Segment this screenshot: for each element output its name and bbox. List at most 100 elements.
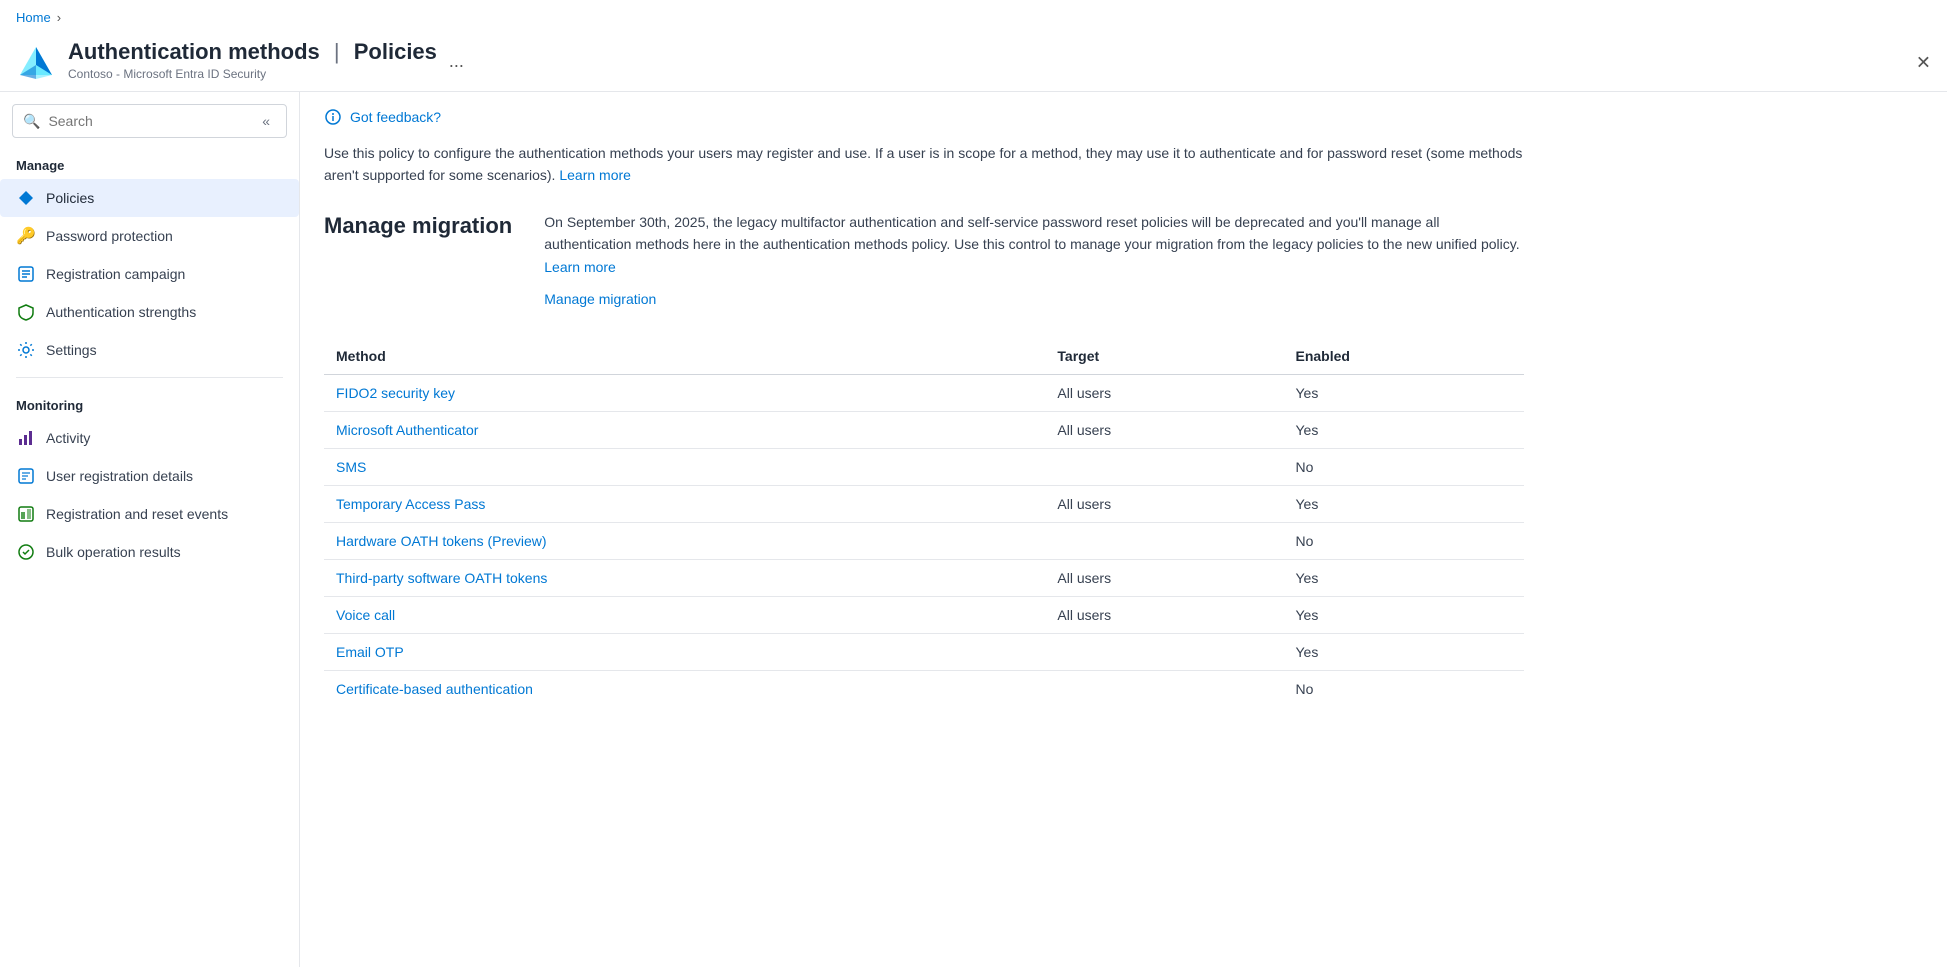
- user-icon: [16, 466, 36, 486]
- main-content: Got feedback? Use this policy to configu…: [300, 92, 1947, 967]
- shield-icon: [16, 302, 36, 322]
- sidebar-item-policies[interactable]: Policies: [0, 179, 299, 217]
- feedback-icon: [324, 108, 342, 126]
- monitoring-section-label: Monitoring: [0, 386, 299, 419]
- breadcrumb: Home ›: [0, 0, 1947, 35]
- sidebar-item-registration-campaign[interactable]: Registration campaign: [0, 255, 299, 293]
- table-cell-method: SMS: [324, 449, 1045, 486]
- header-menu-button[interactable]: ...: [449, 51, 464, 72]
- table-cell-enabled: No: [1283, 671, 1524, 708]
- breadcrumb-separator: ›: [57, 10, 61, 25]
- breadcrumb-home[interactable]: Home: [16, 10, 51, 25]
- header-text: Authentication methods | Policies Contos…: [68, 39, 437, 81]
- table-cell-enabled: No: [1283, 523, 1524, 560]
- sidebar-item-authentication-strengths-label: Authentication strengths: [46, 304, 196, 320]
- sidebar-item-settings-label: Settings: [46, 342, 97, 358]
- sidebar-item-password-protection[interactable]: 🔑 Password protection: [0, 217, 299, 255]
- table-cell-enabled: Yes: [1283, 486, 1524, 523]
- sidebar-divider: [16, 377, 283, 378]
- method-link[interactable]: Voice call: [336, 607, 395, 623]
- methods-table: Method Target Enabled FIDO2 security key…: [324, 338, 1524, 707]
- table-cell-enabled: Yes: [1283, 597, 1524, 634]
- table-cell-method: Third-party software OATH tokens: [324, 560, 1045, 597]
- collapse-sidebar-button[interactable]: «: [256, 111, 276, 131]
- page-header: Authentication methods | Policies Contos…: [0, 35, 1947, 92]
- table-cell-method: Certificate-based authentication: [324, 671, 1045, 708]
- manage-migration-body: On September 30th, 2025, the legacy mult…: [544, 211, 1524, 311]
- table-cell-method: Temporary Access Pass: [324, 486, 1045, 523]
- method-link[interactable]: Microsoft Authenticator: [336, 422, 478, 438]
- search-input[interactable]: [48, 113, 248, 129]
- policy-description: Use this policy to configure the authent…: [324, 142, 1524, 187]
- table-cell-target: All users: [1045, 486, 1283, 523]
- table-row: Microsoft AuthenticatorAll usersYes: [324, 412, 1524, 449]
- manage-section-label: Manage: [0, 146, 299, 179]
- sidebar-item-registration-reset-events[interactable]: Registration and reset events: [0, 495, 299, 533]
- table-cell-enabled: Yes: [1283, 412, 1524, 449]
- migration-learn-more-link[interactable]: Learn more: [544, 259, 616, 275]
- book-icon: [16, 264, 36, 284]
- reg-icon: [16, 504, 36, 524]
- method-link[interactable]: SMS: [336, 459, 366, 475]
- manage-migration-title: Manage migration: [324, 211, 512, 311]
- table-row: Voice call All usersYes: [324, 597, 1524, 634]
- sidebar-item-user-registration-details[interactable]: User registration details: [0, 457, 299, 495]
- method-link[interactable]: Hardware OATH tokens (Preview): [336, 533, 547, 549]
- table-cell-target: [1045, 523, 1283, 560]
- column-enabled: Enabled: [1283, 338, 1524, 375]
- table-cell-target: All users: [1045, 560, 1283, 597]
- method-link[interactable]: Temporary Access Pass: [336, 496, 485, 512]
- app-icon: [16, 43, 56, 83]
- sidebar-item-policies-label: Policies: [46, 190, 94, 206]
- bulk-icon: [16, 542, 36, 562]
- gear-icon: [16, 340, 36, 360]
- table-row: FIDO2 security key All usersYes: [324, 375, 1524, 412]
- activity-icon: [16, 428, 36, 448]
- table-cell-target: [1045, 671, 1283, 708]
- policy-learn-more-link[interactable]: Learn more: [559, 167, 631, 183]
- table-cell-enabled: Yes: [1283, 634, 1524, 671]
- table-cell-target: All users: [1045, 597, 1283, 634]
- sidebar-item-user-registration-details-label: User registration details: [46, 468, 193, 484]
- table-cell-method: FIDO2 security key: [324, 375, 1045, 412]
- table-row: Hardware OATH tokens (Preview) No: [324, 523, 1524, 560]
- column-target: Target: [1045, 338, 1283, 375]
- table-cell-enabled: Yes: [1283, 560, 1524, 597]
- diamond-icon: [16, 188, 36, 208]
- sidebar-item-bulk-operation-results-label: Bulk operation results: [46, 544, 181, 560]
- close-button[interactable]: ✕: [1916, 53, 1931, 74]
- table-row: Certificate-based authentication No: [324, 671, 1524, 708]
- page-title: Authentication methods | Policies: [68, 39, 437, 65]
- feedback-label: Got feedback?: [350, 109, 441, 125]
- sidebar-item-authentication-strengths[interactable]: Authentication strengths: [0, 293, 299, 331]
- manage-migration-section: Manage migration On September 30th, 2025…: [324, 211, 1524, 311]
- sidebar-item-registration-reset-events-label: Registration and reset events: [46, 506, 228, 522]
- sidebar-item-activity-label: Activity: [46, 430, 90, 446]
- sidebar-item-settings[interactable]: Settings: [0, 331, 299, 369]
- method-link[interactable]: Third-party software OATH tokens: [336, 570, 547, 586]
- table-cell-target: [1045, 634, 1283, 671]
- table-cell-method: Voice call: [324, 597, 1045, 634]
- feedback-bar[interactable]: Got feedback?: [324, 108, 1923, 126]
- table-cell-enabled: Yes: [1283, 375, 1524, 412]
- method-link[interactable]: Email OTP: [336, 644, 404, 660]
- table-cell-target: All users: [1045, 375, 1283, 412]
- method-link[interactable]: Certificate-based authentication: [336, 681, 533, 697]
- main-layout: 🔍 « Manage Policies 🔑 Password protectio…: [0, 92, 1947, 967]
- manage-migration-link[interactable]: Manage migration: [544, 288, 1524, 310]
- table-header: Method Target Enabled: [324, 338, 1524, 375]
- table-row: SMS No: [324, 449, 1524, 486]
- sidebar-item-bulk-operation-results[interactable]: Bulk operation results: [0, 533, 299, 571]
- table-cell-method: Microsoft Authenticator: [324, 412, 1045, 449]
- page-subtitle: Contoso - Microsoft Entra ID Security: [68, 67, 437, 81]
- method-link[interactable]: FIDO2 security key: [336, 385, 455, 401]
- search-icon: 🔍: [23, 113, 40, 130]
- search-box[interactable]: 🔍 «: [12, 104, 287, 138]
- table-row: Third-party software OATH tokens All user…: [324, 560, 1524, 597]
- sidebar-item-password-protection-label: Password protection: [46, 228, 173, 244]
- table-cell-enabled: No: [1283, 449, 1524, 486]
- table-cell-target: [1045, 449, 1283, 486]
- table-cell-method: Hardware OATH tokens (Preview): [324, 523, 1045, 560]
- sidebar-item-registration-campaign-label: Registration campaign: [46, 266, 185, 282]
- sidebar-item-activity[interactable]: Activity: [0, 419, 299, 457]
